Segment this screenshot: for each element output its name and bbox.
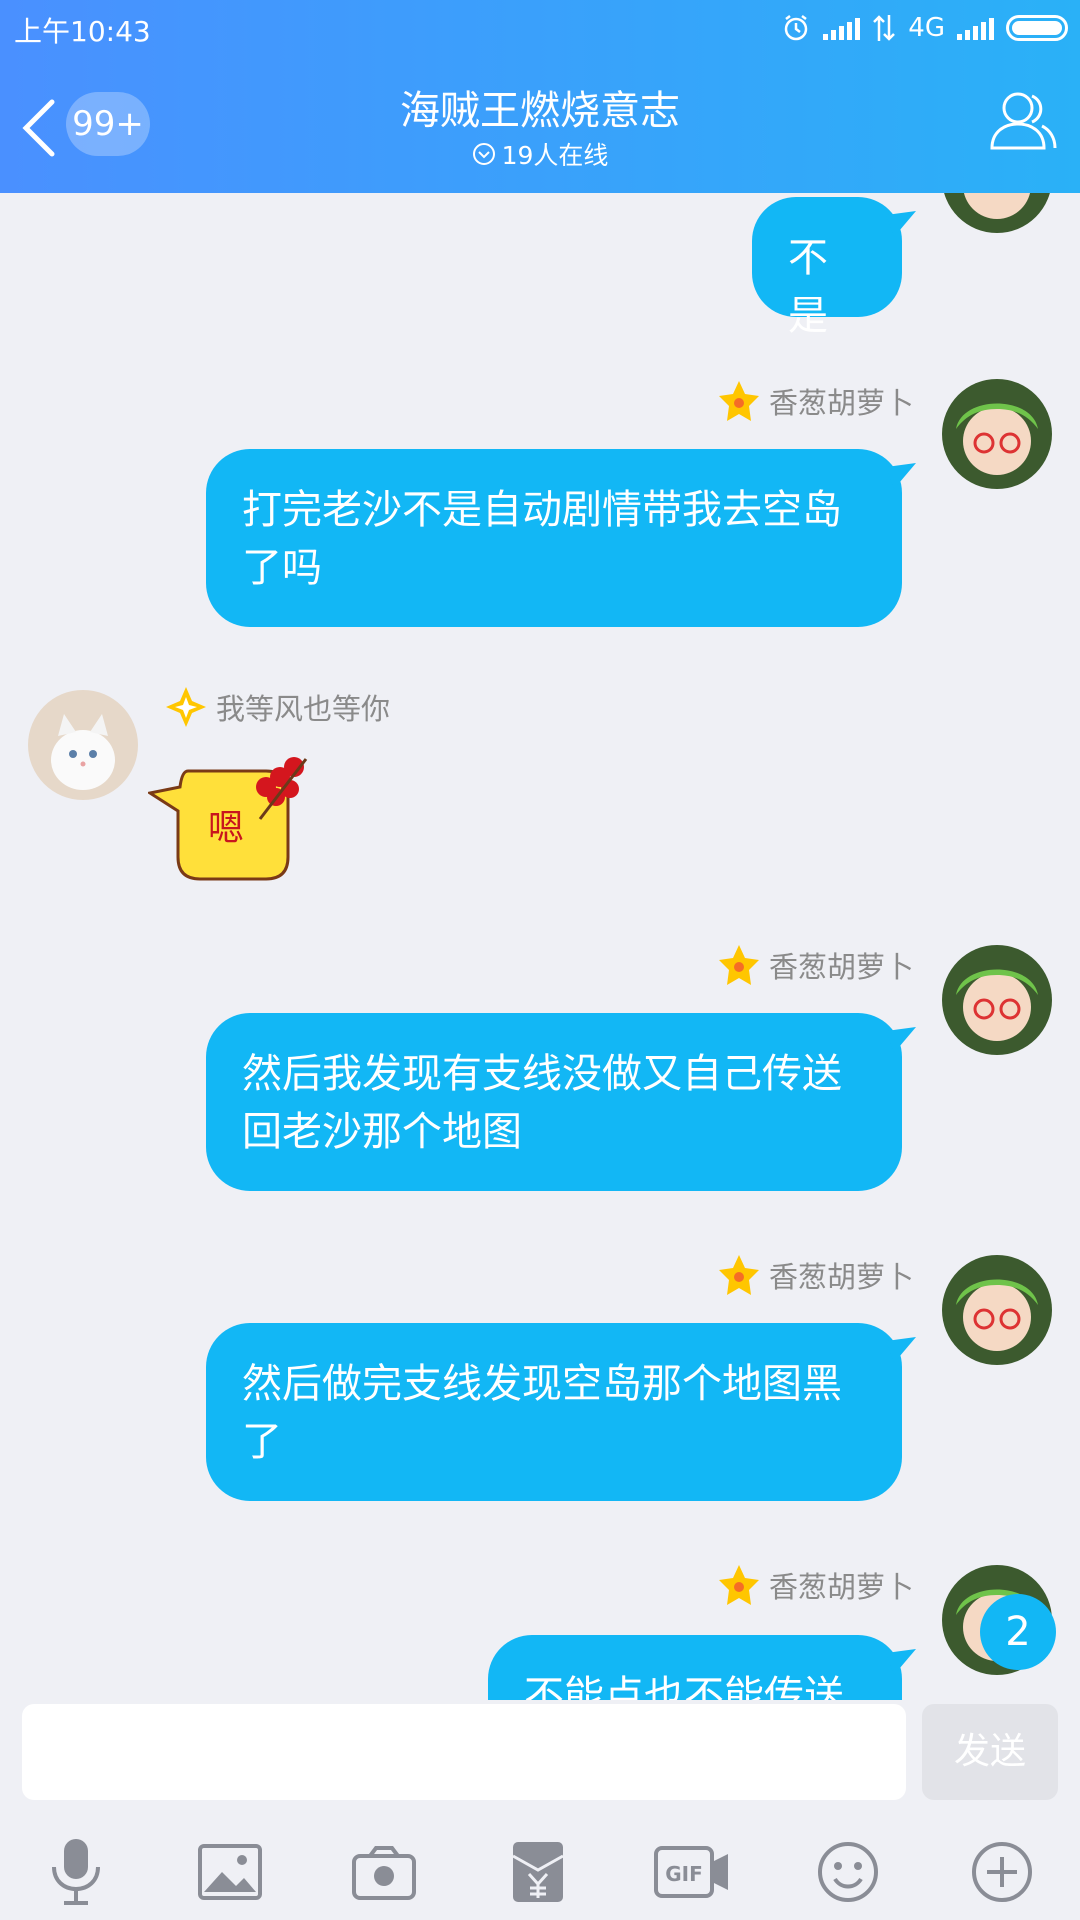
star-badge-icon: [718, 1565, 759, 1605]
nickname: 香葱胡萝卜: [717, 379, 914, 423]
toolbar: GIF: [0, 1832, 1080, 1912]
message-bubble[interactable]: 然后做完支线发现空岛那个地图黑了: [206, 1323, 916, 1501]
group-members-icon[interactable]: [988, 86, 1058, 156]
avatar[interactable]: [28, 690, 138, 800]
chat-area[interactable]: 不是 香葱胡萝卜 打完老沙不是自动剧情带我去空岛了吗 我等风也等你 嗯 香葱胡萝…: [0, 193, 1080, 1700]
sticker-bubble[interactable]: 嗯: [146, 749, 316, 897]
status-icons: 4G: [781, 8, 1068, 48]
star-badge-icon: [718, 945, 759, 985]
avatar[interactable]: [942, 193, 1052, 233]
data-transfer-icon: [873, 15, 896, 41]
new-message-badge[interactable]: 2: [980, 1594, 1056, 1670]
message-input[interactable]: [22, 1704, 906, 1800]
online-status[interactable]: 19人在线: [0, 136, 1080, 172]
nickname: 香葱胡萝卜: [717, 1253, 914, 1297]
signal-icon: [823, 16, 861, 40]
nickname: 香葱胡萝卜: [717, 1563, 914, 1607]
diamond-badge-icon: [166, 687, 206, 727]
image-icon[interactable]: [190, 1832, 270, 1912]
avatar[interactable]: [942, 945, 1052, 1055]
avatar[interactable]: [942, 1255, 1052, 1365]
star-badge-icon: [718, 381, 759, 421]
message-bubble[interactable]: 不是: [752, 197, 916, 339]
status-time: 上午10:43: [14, 15, 151, 48]
emoji-icon[interactable]: [808, 1832, 888, 1912]
sticker-text: 嗯: [208, 808, 245, 849]
battery-icon: [1006, 15, 1068, 41]
signal-icon-2: [957, 16, 994, 40]
message-bubble[interactable]: 不能点也不能传送: [488, 1635, 916, 1700]
nickname: 我等风也等你: [164, 685, 390, 729]
network-type: 4G: [908, 13, 945, 43]
avatar[interactable]: [942, 379, 1052, 489]
microphone-icon[interactable]: [36, 1832, 116, 1912]
group-title: 海贼王燃烧意志: [400, 88, 680, 134]
red-packet-icon[interactable]: [498, 1832, 578, 1912]
chevron-down-circle-icon: [472, 143, 495, 165]
online-count: 19人在线: [501, 141, 609, 170]
gif-icon[interactable]: GIF: [652, 1832, 732, 1912]
message-bubble[interactable]: 然后我发现有支线没做又自己传送回老沙那个地图: [206, 1013, 916, 1191]
camera-icon[interactable]: [344, 1832, 424, 1912]
send-button[interactable]: 发送: [922, 1704, 1058, 1800]
input-bar: 发送 GIF: [0, 1700, 1080, 1920]
nickname: 香葱胡萝卜: [717, 943, 914, 987]
message-bubble[interactable]: 打完老沙不是自动剧情带我去空岛了吗: [206, 449, 916, 627]
plus-icon[interactable]: [962, 1832, 1042, 1912]
alarm-icon: [785, 15, 808, 41]
svg-text:GIF: GIF: [665, 1862, 703, 1886]
star-badge-icon: [718, 1255, 759, 1295]
header: 上午10:43 4G 99+ 海贼王燃烧意志 19人在线: [0, 0, 1080, 193]
